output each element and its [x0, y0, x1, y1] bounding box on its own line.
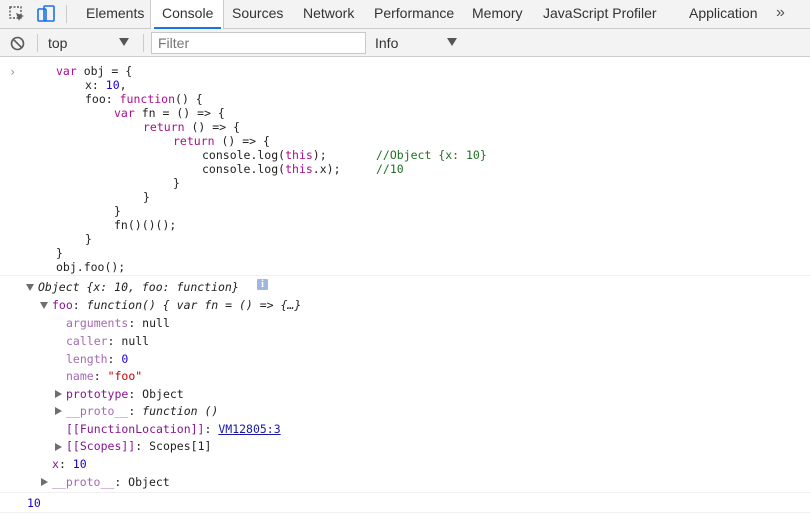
- toolbar-divider: [143, 34, 144, 52]
- property-scopes[interactable]: [[Scopes]]: Scopes[1]: [66, 439, 211, 453]
- property-arguments: arguments: null: [66, 316, 170, 330]
- toolbar-divider: [37, 34, 38, 52]
- tab-javascript-profiler[interactable]: JavaScript Profiler: [543, 0, 657, 28]
- property-prototype[interactable]: prototype: Object: [66, 387, 184, 401]
- log-level-selector[interactable]: Info: [375, 35, 398, 51]
- chevron-down-icon[interactable]: [119, 38, 129, 46]
- property-object-proto[interactable]: __proto__: Object: [52, 475, 170, 489]
- clear-console-icon[interactable]: [10, 36, 25, 51]
- tab-network[interactable]: Network: [303, 0, 354, 28]
- property-length: length: 0: [66, 352, 129, 366]
- entry-divider: [0, 512, 810, 513]
- property-x: x: 10: [52, 457, 87, 471]
- code-line: }: [85, 232, 92, 246]
- code-line: }: [173, 176, 180, 190]
- console-toolbar: top Info: [0, 29, 810, 57]
- entry-divider: [0, 492, 810, 493]
- code-line: var fn = () => {: [114, 106, 225, 120]
- code-line: var obj = {: [56, 64, 133, 78]
- log-output-value: 10: [27, 496, 41, 510]
- property-caller: caller: null: [66, 334, 150, 348]
- chevron-down-icon[interactable]: [447, 38, 457, 46]
- tab-elements[interactable]: Elements: [86, 0, 144, 28]
- code-line: fn()()();: [114, 218, 177, 232]
- expand-triangle-icon[interactable]: [41, 478, 48, 486]
- property-name: name: "foo": [66, 369, 143, 383]
- code-line: console.log(this);: [202, 148, 327, 162]
- tab-application[interactable]: Application: [689, 0, 758, 28]
- info-icon[interactable]: i: [257, 279, 268, 290]
- object-summary[interactable]: Object {x: 10, foo: function}: [38, 280, 239, 294]
- code-line: }: [114, 204, 121, 218]
- filter-input[interactable]: [151, 32, 366, 54]
- expand-triangle-icon[interactable]: [26, 284, 34, 291]
- console-output: › var obj = { x: 10, foo: function() { v…: [0, 58, 810, 515]
- code-line: foo: function() {: [85, 92, 203, 106]
- devtools-tab-bar: Elements Console Sources Network Perform…: [0, 0, 810, 29]
- device-toolbar-icon[interactable]: [36, 4, 56, 24]
- toolbar-divider: [66, 5, 67, 23]
- property-foo[interactable]: foo: function() { var fn = () => {…}: [52, 298, 301, 312]
- source-link[interactable]: VM12805:3: [218, 422, 280, 436]
- context-selector[interactable]: top: [48, 35, 67, 51]
- code-line: return () => {: [143, 120, 240, 134]
- more-tabs-button[interactable]: »: [776, 0, 785, 28]
- inspect-element-icon[interactable]: [7, 4, 27, 24]
- expand-triangle-icon[interactable]: [55, 390, 62, 398]
- code-line: obj.foo();: [56, 260, 126, 274]
- code-line: console.log(this.x);: [202, 162, 341, 176]
- input-prompt-icon: ›: [9, 65, 17, 79]
- tab-console[interactable]: Console: [153, 0, 222, 29]
- code-line: x: 10,: [85, 78, 127, 92]
- code-comment: //Object {x: 10}: [376, 148, 487, 162]
- property-function-location: [[FunctionLocation]]: VM12805:3: [66, 422, 281, 436]
- entry-divider: [0, 275, 810, 276]
- expand-triangle-icon[interactable]: [40, 302, 48, 309]
- tab-sources[interactable]: Sources: [232, 0, 283, 28]
- property-proto[interactable]: __proto__: function (): [66, 404, 218, 418]
- code-line: }: [143, 190, 150, 204]
- expand-triangle-icon[interactable]: [55, 443, 62, 451]
- tab-memory[interactable]: Memory: [472, 0, 523, 28]
- code-line: return () => {: [173, 134, 270, 148]
- tab-performance[interactable]: Performance: [374, 0, 454, 28]
- code-line: }: [56, 246, 63, 260]
- expand-triangle-icon[interactable]: [55, 407, 62, 415]
- code-comment: //10: [376, 162, 404, 176]
